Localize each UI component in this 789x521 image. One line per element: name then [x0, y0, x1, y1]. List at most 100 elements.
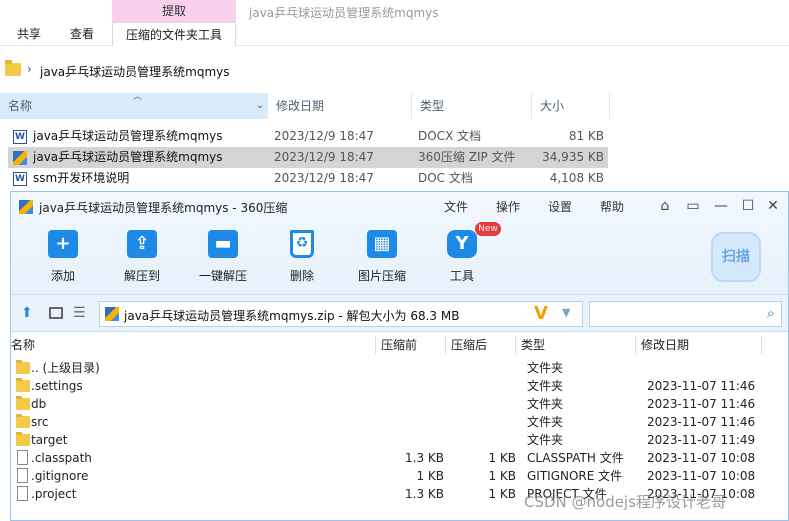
archive-row[interactable]: .settings 文件夹 2023-11-07 11:46 [11, 377, 788, 395]
thumbnail-view-icon[interactable] [49, 307, 63, 319]
skin-icon[interactable]: ⌂ [655, 196, 675, 216]
file-size: 34,935 KB [542, 150, 604, 164]
entry-modified: 2023-11-07 11:46 [647, 397, 756, 411]
file-date: 2023/12/9 18:47 [274, 150, 374, 164]
tools-label: 工具 [449, 269, 474, 283]
search-icon[interactable]: ⌕ [767, 304, 775, 322]
column-divider[interactable] [515, 336, 516, 354]
one-click-extract-button[interactable]: ▬ 一键解压 [191, 230, 255, 286]
tab-compressed-folder-tools[interactable]: 压缩的文件夹工具 [112, 22, 236, 46]
folder-icon [5, 60, 21, 76]
archive-row[interactable]: .. (上级目录) 文件夹 [11, 359, 788, 377]
image-compress-button[interactable]: ▦ 图片压缩 [350, 230, 414, 286]
entry-type: 文件夹 [527, 397, 564, 411]
column-header-before[interactable]: 压缩前 [381, 336, 417, 354]
file-icon [17, 486, 28, 501]
menu-file[interactable]: 文件 [444, 198, 468, 215]
zip-window-header: java乒乓球运动员管理系统mqmys - 360压缩 文件 操作 设置 帮助 … [11, 192, 788, 294]
column-divider[interactable] [761, 336, 762, 354]
file-size: 81 KB [568, 129, 604, 143]
extract-to-icon: ⇪ [127, 230, 157, 258]
file-icon [17, 450, 28, 465]
tools-icon: Y [447, 230, 477, 258]
menu-help[interactable]: 帮助 [600, 198, 624, 215]
archive-path-field[interactable]: java乒乓球运动员管理系统mqmys.zip - 解包大小为 68.3 MB … [99, 301, 583, 327]
zip-window-title: java乒乓球运动员管理系统mqmys - 360压缩 [39, 201, 288, 215]
column-header-type[interactable]: 类型 [521, 336, 545, 354]
tab-view[interactable]: 查看 [70, 22, 94, 46]
column-divider[interactable] [445, 336, 446, 354]
archive-row[interactable]: db 文件夹 2023-11-07 11:46 [11, 395, 788, 413]
file-row-selected[interactable]: java乒乓球运动员管理系统mqmys 2023/12/9 18:47 360压… [8, 147, 608, 168]
address-path[interactable]: java乒乓球运动员管理系统mqmys [40, 63, 230, 80]
delete-label: 删除 [289, 269, 314, 283]
watermark: CSDN @nodejs程序设计老哥 [524, 493, 726, 511]
minimize-button[interactable]: — [711, 196, 731, 216]
chevron-right-icon[interactable]: › [27, 62, 32, 76]
zip-archive-icon [19, 200, 33, 214]
entry-modified: 2023-11-07 10:08 [647, 469, 756, 483]
entry-name: .project [31, 487, 77, 501]
column-header-type[interactable]: 类型 [412, 93, 532, 119]
file-icon [17, 468, 28, 483]
file-type: DOC 文档 [418, 171, 473, 185]
feedback-icon[interactable]: ▭ [683, 196, 703, 216]
column-header-modified[interactable]: 修改日期 [641, 336, 689, 354]
word-doc-icon [13, 169, 27, 190]
image-compress-icon: ▦ [367, 230, 397, 258]
archive-row[interactable]: src 文件夹 2023-11-07 11:46 [11, 413, 788, 431]
menu-operation[interactable]: 操作 [496, 198, 520, 215]
extract-to-button[interactable]: ⇪ 解压到 [110, 230, 174, 286]
zip-window: java乒乓球运动员管理系统mqmys - 360压缩 文件 操作 设置 帮助 … [10, 191, 789, 521]
search-input[interactable]: ⌕ [589, 301, 782, 327]
entry-type: 文件夹 [527, 415, 564, 429]
file-size: 4,108 KB [549, 171, 604, 185]
entry-modified: 2023-11-07 10:08 [647, 451, 756, 465]
archive-path-text: java乒乓球运动员管理系统mqmys.zip - 解包大小为 68.3 MB [124, 309, 460, 323]
column-header-date[interactable]: 修改日期 [268, 93, 412, 119]
entry-name: db [31, 397, 47, 411]
delete-button[interactable]: ♻ 删除 [270, 230, 334, 286]
scan-button[interactable]: 扫描 [711, 232, 761, 282]
address-bar[interactable]: › java乒乓球运动员管理系统mqmys [0, 58, 789, 84]
column-divider[interactable] [635, 336, 636, 354]
entry-type: GITIGNORE 文件 [527, 469, 623, 483]
entry-type: CLASSPATH 文件 [527, 451, 624, 465]
file-name: ssm开发环境说明 [33, 171, 130, 185]
entry-name: .gitignore [31, 469, 89, 483]
archive-row[interactable]: .gitignore 1 KB 1 KB GITIGNORE 文件 2023-1… [11, 467, 788, 485]
file-row[interactable]: ssm开发环境说明 2023/12/9 18:47 DOC 文档 4,108 K… [8, 168, 608, 190]
file-date: 2023/12/9 18:47 [274, 171, 374, 185]
sort-ascending-icon: ︿ [133, 92, 143, 102]
close-button[interactable]: ✕ [763, 196, 783, 216]
column-header-size[interactable]: 大小 [532, 93, 610, 119]
file-row[interactable]: java乒乓球运动员管理系统mqmys 2023/12/9 18:47 DOCX… [8, 126, 608, 148]
entry-size-after: 1 KB [488, 487, 516, 501]
up-arrow-icon[interactable]: ⬆ [21, 305, 33, 321]
explorer-ribbon: 提取 压缩的文件夹工具 java乒乓球运动员管理系统mqmys 共享 查看 [0, 0, 789, 46]
verified-badge-icon[interactable]: V [534, 303, 548, 324]
ribbon-context-header[interactable]: 提取 [112, 0, 236, 22]
entry-name: .classpath [31, 451, 92, 465]
entry-modified: 2023-11-07 11:49 [647, 433, 756, 447]
menu-settings[interactable]: 设置 [548, 198, 572, 215]
maximize-button[interactable]: ☐ [738, 196, 758, 216]
chevron-down-icon[interactable]: ▼ [562, 306, 570, 319]
column-header-name[interactable]: 名称 [11, 336, 35, 354]
column-divider[interactable] [375, 336, 376, 354]
chevron-down-icon[interactable]: ⌄ [252, 93, 268, 119]
column-header-after[interactable]: 压缩后 [451, 336, 487, 354]
file-date: 2023/12/9 18:47 [274, 129, 374, 143]
list-view-icon[interactable]: ☰ [73, 305, 86, 321]
folder-icon [16, 378, 30, 392]
tab-share[interactable]: 共享 [17, 22, 41, 46]
archive-row[interactable]: .classpath 1.3 KB 1 KB CLASSPATH 文件 2023… [11, 449, 788, 467]
add-button[interactable]: + 添加 [31, 230, 95, 286]
file-name: java乒乓球运动员管理系统mqmys [33, 150, 223, 164]
add-icon: + [48, 230, 78, 258]
tools-button[interactable]: Y 工具 [430, 230, 494, 286]
image-compress-label: 图片压缩 [357, 269, 406, 283]
archive-row[interactable]: target 文件夹 2023-11-07 11:49 [11, 431, 788, 449]
entry-modified: 2023-11-07 11:46 [647, 415, 756, 429]
zip-archive-icon [105, 307, 119, 321]
